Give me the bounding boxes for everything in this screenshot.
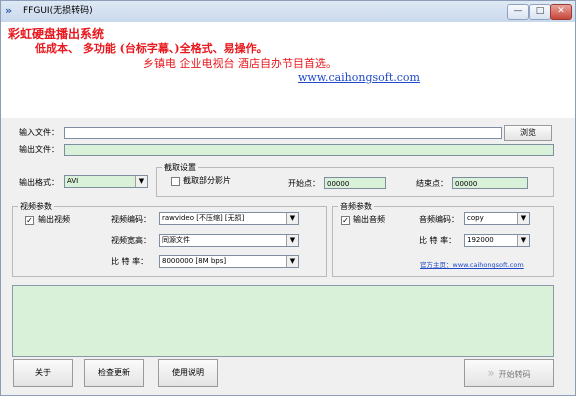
- output-audio-label: 输出音频: [353, 215, 385, 224]
- video-codec-value: rawvideo [不压缩] [无损]: [162, 214, 245, 222]
- audio-codec-value: copy: [467, 214, 484, 222]
- clip-checkbox[interactable]: [171, 177, 180, 186]
- start-point-label: 开始点：: [288, 179, 320, 188]
- end-point-field[interactable]: 00000: [452, 177, 528, 189]
- ad-banner: 彩虹硬盘播出系统 低成本、 多功能 (台标字幕、)全格式、易操作。 乡镇电 企业…: [1, 22, 575, 118]
- video-params-title: 视频参数: [18, 201, 54, 212]
- output-format-select[interactable]: AVI ▼: [64, 175, 148, 188]
- audio-bitrate-select[interactable]: 192000 ▼: [464, 234, 530, 247]
- video-size-select[interactable]: 同源文件 ▼: [159, 234, 299, 247]
- maximize-button[interactable]: □: [529, 4, 551, 20]
- end-point-label: 结束点：: [416, 179, 448, 188]
- video-bitrate-label: 比 特 率：: [111, 257, 149, 266]
- app-window: » FFGUI(无损转码) — □ ✕ 彩虹硬盘播出系统 低成本、 多功能 (台…: [0, 0, 576, 396]
- chevron-down-icon[interactable]: ▼: [517, 235, 529, 246]
- banner-features: 低成本、 多功能 (台标字幕、)全格式、易操作。: [35, 42, 268, 55]
- banner-target: 乡镇电 企业电视台 酒店自办节目首选。: [143, 57, 337, 70]
- video-codec-select[interactable]: rawvideo [不压缩] [无损] ▼: [159, 212, 299, 225]
- browse-button[interactable]: 浏览: [504, 125, 552, 141]
- input-file-field[interactable]: [64, 127, 502, 139]
- app-icon: »: [5, 4, 13, 17]
- video-codec-label: 视频编码：: [111, 215, 151, 224]
- output-file-field[interactable]: [64, 144, 554, 156]
- output-audio-checkbox[interactable]: ✓: [341, 216, 350, 225]
- start-convert-button[interactable]: » 开始转码: [464, 359, 554, 387]
- output-format-value: AVI: [67, 177, 79, 185]
- audio-bitrate-value: 192000: [467, 236, 494, 244]
- chevron-down-icon[interactable]: ▼: [517, 213, 529, 224]
- audio-params-title: 音频参数: [338, 201, 374, 212]
- banner-link[interactable]: www.caihongsoft.com: [298, 71, 420, 84]
- start-point-field[interactable]: 00000: [324, 177, 386, 189]
- title-bar: » FFGUI(无损转码) — □ ✕: [1, 1, 575, 23]
- chevron-down-icon[interactable]: ▼: [286, 256, 298, 267]
- audio-bitrate-label: 比 特 率：: [419, 236, 457, 245]
- clip-checkbox-label: 截取部分影片: [183, 176, 231, 185]
- check-update-button[interactable]: 检查更新: [84, 359, 144, 387]
- output-file-label: 输出文件：: [19, 145, 59, 154]
- minimize-button[interactable]: —: [507, 4, 529, 20]
- start-convert-label: 开始转码: [498, 370, 531, 379]
- clip-settings-title: 截取设置: [162, 162, 198, 173]
- video-size-label: 视频宽高：: [111, 236, 151, 245]
- help-button[interactable]: 使用说明: [158, 359, 218, 387]
- homepage-link[interactable]: 官方主页：www.caihongsoft.com: [420, 259, 524, 269]
- chevron-down-icon[interactable]: ▼: [135, 176, 147, 187]
- output-video-checkbox[interactable]: ✓: [25, 216, 34, 225]
- about-button[interactable]: 关于: [13, 359, 73, 387]
- chevron-down-icon[interactable]: ▼: [286, 213, 298, 224]
- log-output-area[interactable]: [12, 285, 554, 357]
- close-button[interactable]: ✕: [550, 4, 572, 20]
- window-title: FFGUI(无损转码): [23, 6, 93, 16]
- audio-codec-select[interactable]: copy ▼: [464, 212, 530, 225]
- input-file-label: 输入文件：: [19, 128, 59, 137]
- video-bitrate-value: 8000000 [8M bps]: [162, 257, 227, 265]
- chevron-down-icon[interactable]: ▼: [286, 235, 298, 246]
- audio-codec-label: 音频编码：: [419, 215, 459, 224]
- output-format-label: 输出格式：: [19, 178, 59, 187]
- output-video-label: 输出视频: [38, 215, 70, 224]
- start-arrow-icon: »: [487, 366, 495, 380]
- video-bitrate-select[interactable]: 8000000 [8M bps] ▼: [159, 255, 299, 268]
- video-size-value: 同源文件: [162, 236, 190, 244]
